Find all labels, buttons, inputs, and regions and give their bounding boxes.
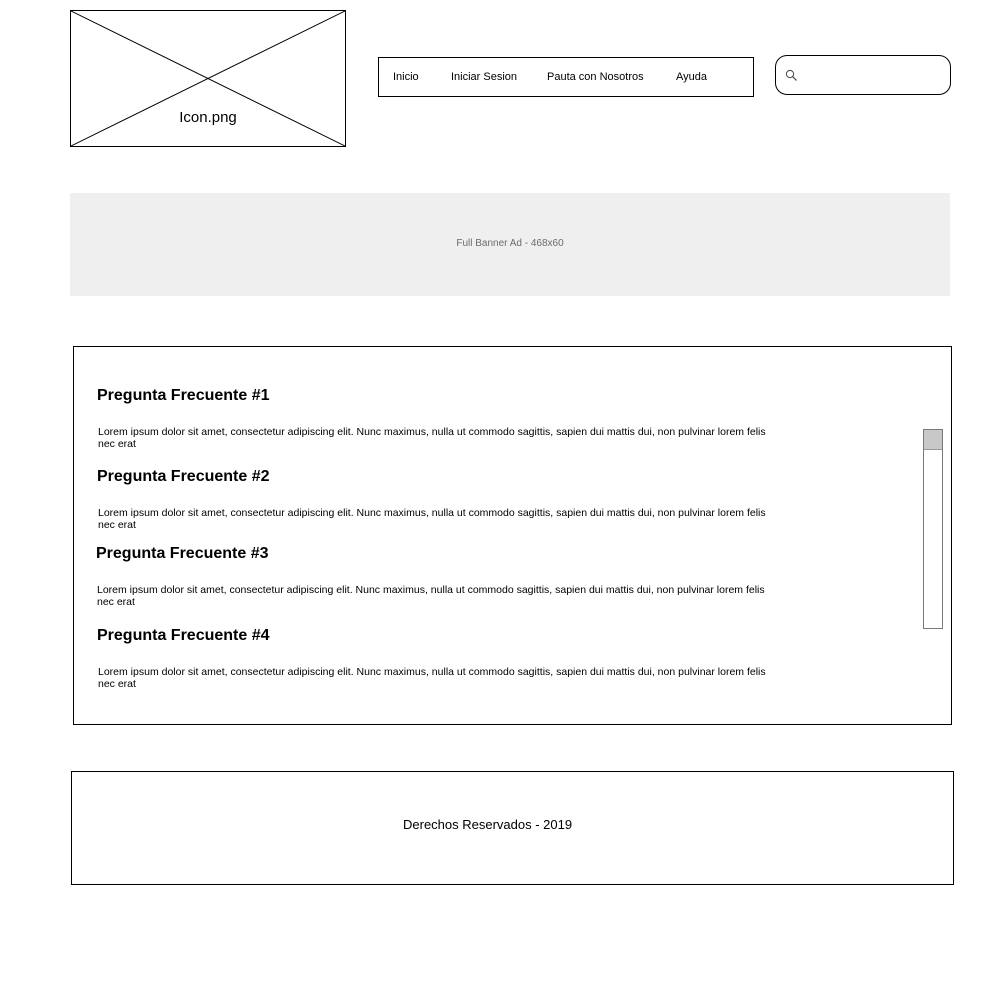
- nav-item-ayuda[interactable]: Ayuda: [676, 70, 707, 84]
- faq-question-2: Pregunta Frecuente #2: [97, 468, 270, 485]
- faq-question-1: Pregunta Frecuente #1: [97, 387, 270, 404]
- search-input[interactable]: [804, 62, 944, 88]
- scrollbar-thumb[interactable]: [924, 430, 942, 450]
- faq-question-4: Pregunta Frecuente #4: [97, 627, 270, 644]
- banner-ad-label: Full Banner Ad - 468x60: [456, 238, 564, 249]
- nav-item-pauta-con-nosotros[interactable]: Pauta con Nosotros: [547, 70, 644, 84]
- banner-ad[interactable]: Full Banner Ad - 468x60: [70, 193, 950, 296]
- footer: Derechos Reservados - 2019: [71, 771, 954, 885]
- nav-item-inicio[interactable]: Inicio: [393, 70, 419, 84]
- search-icon: [785, 69, 797, 81]
- faq-panel: Pregunta Frecuente #1 Lorem ipsum dolor …: [73, 346, 952, 725]
- logo-label: Icon.png: [179, 109, 237, 126]
- logo-placeholder: Icon.png: [70, 10, 346, 147]
- search-box[interactable]: [775, 55, 951, 95]
- faq-answer-1: Lorem ipsum dolor sit amet, consectetur …: [98, 426, 766, 450]
- faq-answer-4: Lorem ipsum dolor sit amet, consectetur …: [98, 666, 766, 690]
- faq-answer-3: Lorem ipsum dolor sit amet, consectetur …: [97, 584, 765, 608]
- nav-item-iniciar-sesion[interactable]: Iniciar Sesion: [451, 70, 517, 84]
- footer-copyright: Derechos Reservados - 2019: [403, 817, 573, 832]
- faq-answer-2: Lorem ipsum dolor sit amet, consectetur …: [98, 507, 766, 531]
- faq-scrollbar[interactable]: [923, 429, 943, 629]
- main-nav: Inicio Iniciar Sesion Pauta con Nosotros…: [378, 57, 754, 97]
- faq-question-3: Pregunta Frecuente #3: [96, 545, 269, 562]
